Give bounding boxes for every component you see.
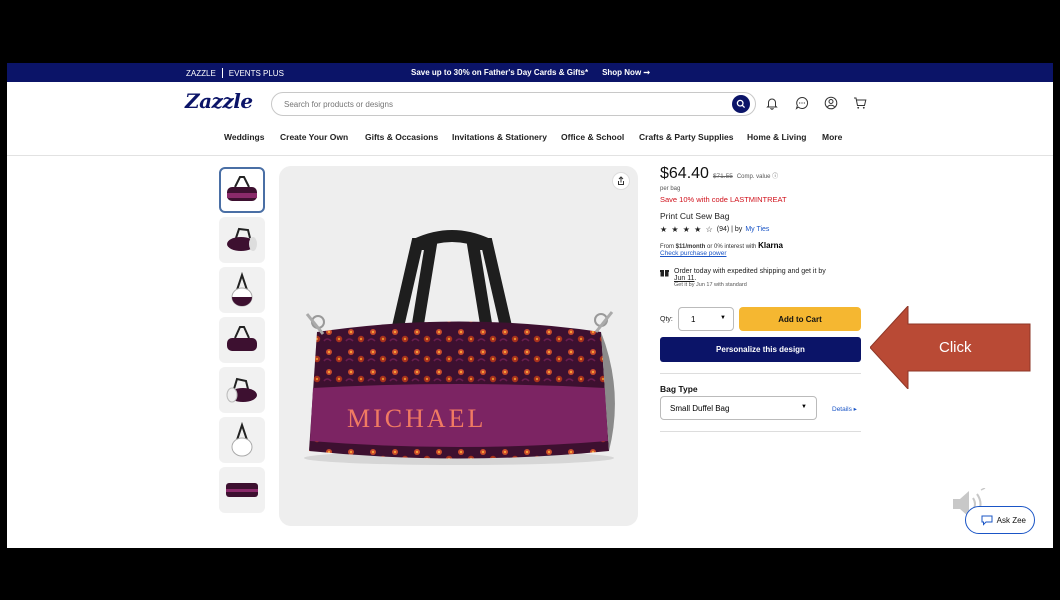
bag-type-label: Bag Type bbox=[660, 384, 698, 394]
shipping-text-block: Order today with expedited shipping and … bbox=[674, 268, 826, 288]
check-purchase-power-link[interactable]: Check purchase power bbox=[660, 250, 726, 257]
events-plus-link[interactable]: EVENTS PLUS bbox=[229, 69, 284, 78]
rating-stars[interactable]: ★ ★ ★ ★ ☆ bbox=[660, 225, 714, 234]
duffel-bag-image: MICHAEL bbox=[304, 230, 615, 465]
promo-divider bbox=[221, 68, 223, 78]
bag-thumbnail-icon bbox=[231, 272, 253, 307]
bag-thumbnail-icon bbox=[226, 483, 258, 497]
share-icon bbox=[618, 176, 624, 185]
chat-icon bbox=[795, 96, 808, 110]
notifications-button[interactable] bbox=[763, 94, 781, 112]
klarna-line: From $11/month or 0% interest with Klarn… bbox=[660, 241, 783, 250]
nav-item-crafts-party[interactable]: Crafts & Party Supplies bbox=[639, 132, 733, 142]
nav-item-more[interactable]: More bbox=[822, 132, 842, 142]
promo-code: Save 10% with code LASTMINTREAT bbox=[660, 195, 787, 204]
thumbnail-3[interactable] bbox=[219, 267, 265, 313]
bag-type-select[interactable]: Small Duffel Bag ▼ bbox=[660, 396, 817, 420]
user-icon bbox=[824, 96, 838, 110]
cart-button[interactable] bbox=[851, 94, 869, 112]
qty-label: Qty: bbox=[660, 316, 673, 323]
nav-item-invitations-stationery[interactable]: Invitations & Stationery bbox=[452, 132, 547, 142]
search-input[interactable] bbox=[284, 97, 704, 111]
thumbnail-1[interactable] bbox=[219, 167, 265, 213]
zazzle-logo[interactable]: Zazzle bbox=[185, 89, 253, 113]
nav-item-create-your-own[interactable]: Create Your Own bbox=[280, 132, 348, 142]
klarna-logo: Klarna bbox=[758, 241, 783, 250]
header-divider bbox=[7, 155, 1053, 156]
share-button[interactable] bbox=[612, 172, 630, 190]
standard-shipping: Get it by Jun 17 with standard bbox=[674, 282, 747, 288]
nav-item-weddings[interactable]: Weddings bbox=[224, 132, 264, 142]
price-row: $64.40 $71.55 Comp. value ⓘ bbox=[660, 165, 778, 183]
shipping-date[interactable]: Jun 11 bbox=[674, 275, 695, 282]
bag-name-text: MICHAEL bbox=[347, 404, 486, 433]
bag-thumbnail-icon bbox=[226, 377, 257, 403]
rating-row: ★ ★ ★ ★ ☆ (94) | by My Ties bbox=[660, 225, 769, 234]
bag-type-value: Small Duffel Bag bbox=[670, 404, 730, 413]
personalize-button[interactable]: Personalize this design bbox=[660, 337, 861, 362]
browser-frame: ZAZZLE EVENTS PLUS Save up to 30% on Fat… bbox=[7, 63, 1053, 548]
bag-thumbnail-icon bbox=[231, 422, 253, 457]
nav-item-office-school[interactable]: Office & School bbox=[561, 132, 624, 142]
ask-zee-label: Ask Zee bbox=[996, 515, 1026, 525]
thumbnail-2[interactable] bbox=[219, 217, 265, 263]
gift-icon bbox=[660, 270, 669, 277]
shipping-date-line: Jun 11. bbox=[674, 275, 826, 282]
review-count[interactable]: (94) | by bbox=[717, 226, 743, 233]
thumbnail-4[interactable] bbox=[219, 317, 265, 363]
price: $64.40 bbox=[660, 165, 709, 182]
bell-icon bbox=[766, 98, 778, 110]
chat-sparkle-icon bbox=[981, 515, 993, 526]
bag-thumbnail-icon bbox=[227, 227, 257, 251]
cart-icon bbox=[854, 97, 867, 109]
chevron-down-icon: ▼ bbox=[801, 404, 807, 410]
ask-zee-button[interactable]: Ask Zee bbox=[965, 506, 1035, 534]
bag-thumbnail-icon bbox=[227, 176, 257, 201]
thumbnail-7[interactable] bbox=[219, 467, 265, 513]
shop-now-link[interactable]: Shop Now ➞ bbox=[602, 68, 650, 77]
promo-message: Save up to 30% on Father's Day Cards & G… bbox=[411, 68, 650, 77]
section-divider bbox=[660, 431, 861, 432]
account-button[interactable] bbox=[822, 94, 840, 112]
search-button[interactable] bbox=[732, 95, 750, 113]
promo-bar: ZAZZLE EVENTS PLUS Save up to 30% on Fat… bbox=[7, 63, 1053, 82]
comp-value[interactable]: Comp. value ⓘ bbox=[737, 171, 778, 180]
product-title: Print Cut Sew Bag bbox=[660, 211, 730, 221]
nav-item-home-living[interactable]: Home & Living bbox=[747, 132, 807, 142]
section-divider bbox=[660, 373, 861, 374]
chevron-down-icon: ▼ bbox=[720, 315, 726, 321]
zazzle-brand-link[interactable]: ZAZZLE bbox=[186, 69, 216, 78]
seller-link[interactable]: My Ties bbox=[745, 226, 769, 233]
thumbnail-6[interactable] bbox=[219, 417, 265, 463]
promo-left: ZAZZLE EVENTS PLUS bbox=[186, 68, 284, 78]
nav-item-gifts-occasions[interactable]: Gifts & Occasions bbox=[365, 132, 438, 142]
per-unit: per bag bbox=[660, 186, 681, 192]
qty-value: 1 bbox=[691, 315, 696, 324]
search-bar[interactable] bbox=[271, 92, 756, 116]
details-link[interactable]: Details ▸ bbox=[832, 405, 857, 413]
shipping-text: Order today with expedited shipping and … bbox=[674, 268, 826, 275]
quantity-select[interactable]: 1 ▼ bbox=[678, 307, 734, 331]
search-icon bbox=[736, 99, 746, 109]
shipping-period: . bbox=[694, 275, 697, 282]
shipping-info: Order today with expedited shipping and … bbox=[660, 268, 826, 288]
main-nav: Weddings Create Your Own Gifts & Occasio… bbox=[7, 132, 1053, 148]
chat-button[interactable] bbox=[793, 94, 811, 112]
click-annotation-label: Click bbox=[939, 339, 972, 356]
bag-thumbnail-icon bbox=[227, 326, 257, 351]
old-price: $71.55 bbox=[712, 173, 733, 180]
shipping-line: Order today with expedited shipping and … bbox=[674, 268, 826, 275]
add-to-cart-button[interactable]: Add to Cart bbox=[739, 307, 861, 331]
thumbnail-5[interactable] bbox=[219, 367, 265, 413]
promo-text: Save up to 30% on Father's Day Cards & G… bbox=[411, 68, 589, 77]
main-product-image[interactable]: MICHAEL bbox=[279, 166, 638, 526]
